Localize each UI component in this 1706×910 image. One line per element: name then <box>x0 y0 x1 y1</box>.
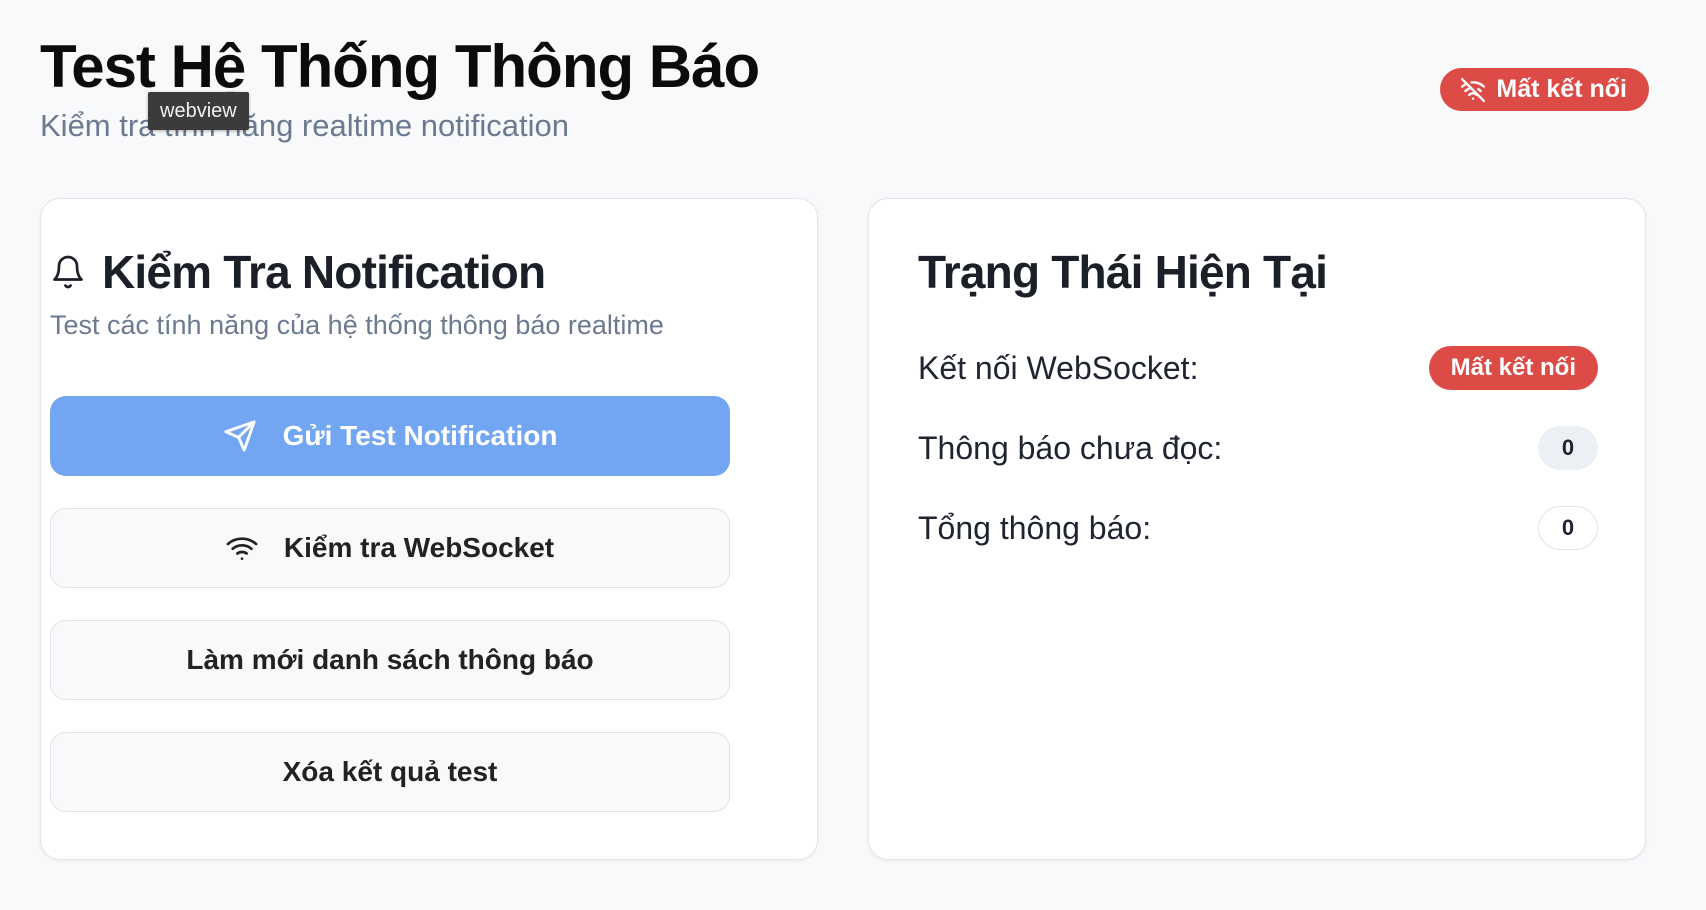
send-test-notification-label: Gửi Test Notification <box>282 420 558 451</box>
webview-tooltip: webview <box>148 92 249 130</box>
clear-test-results-button[interactable]: Xóa kết quả test <box>50 732 730 812</box>
unread-count-badge: 0 <box>1538 426 1598 470</box>
current-status-title: Trạng Thái Hiện Tại <box>918 246 1328 298</box>
websocket-status-badge: Mất kết nối <box>1428 346 1598 390</box>
refresh-notifications-button[interactable]: Làm mới danh sách thông báo <box>50 620 730 700</box>
send-icon <box>223 419 257 453</box>
page-subtitle: Kiểm tra tính năng realtime notification <box>40 108 569 143</box>
unread-count-label: Thông báo chưa đọc: <box>918 429 1223 466</box>
total-count-badge: 0 <box>1538 506 1598 550</box>
notification-test-title: Kiểm Tra Notification <box>102 246 546 298</box>
total-count-row: Tổng thông báo: 0 <box>918 506 1598 550</box>
connection-status-label: Mất kết nối <box>1496 75 1627 103</box>
bell-icon <box>50 254 86 290</box>
total-count-label: Tổng thông báo: <box>918 509 1152 546</box>
check-websocket-button[interactable]: Kiểm tra WebSocket <box>50 508 730 588</box>
connection-status-badge: Mất kết nối <box>1440 68 1649 111</box>
notification-test-heading: Kiểm Tra Notification <box>50 244 546 300</box>
wifi-icon <box>226 532 258 564</box>
websocket-status-label: Kết nối WebSocket: <box>918 349 1199 386</box>
check-websocket-label: Kiểm tra WebSocket <box>283 532 555 563</box>
unread-count-row: Thông báo chưa đọc: 0 <box>918 426 1598 470</box>
page: Test Hệ Thống Thông Báo Kiểm tra tính nă… <box>0 0 1706 910</box>
websocket-status-row: Kết nối WebSocket: Mất kết nối <box>918 346 1598 390</box>
send-test-notification-button[interactable]: Gửi Test Notification <box>50 396 730 476</box>
wifi-off-icon <box>1460 77 1486 103</box>
notification-test-description: Test các tính năng của hệ thống thông bá… <box>50 310 664 340</box>
